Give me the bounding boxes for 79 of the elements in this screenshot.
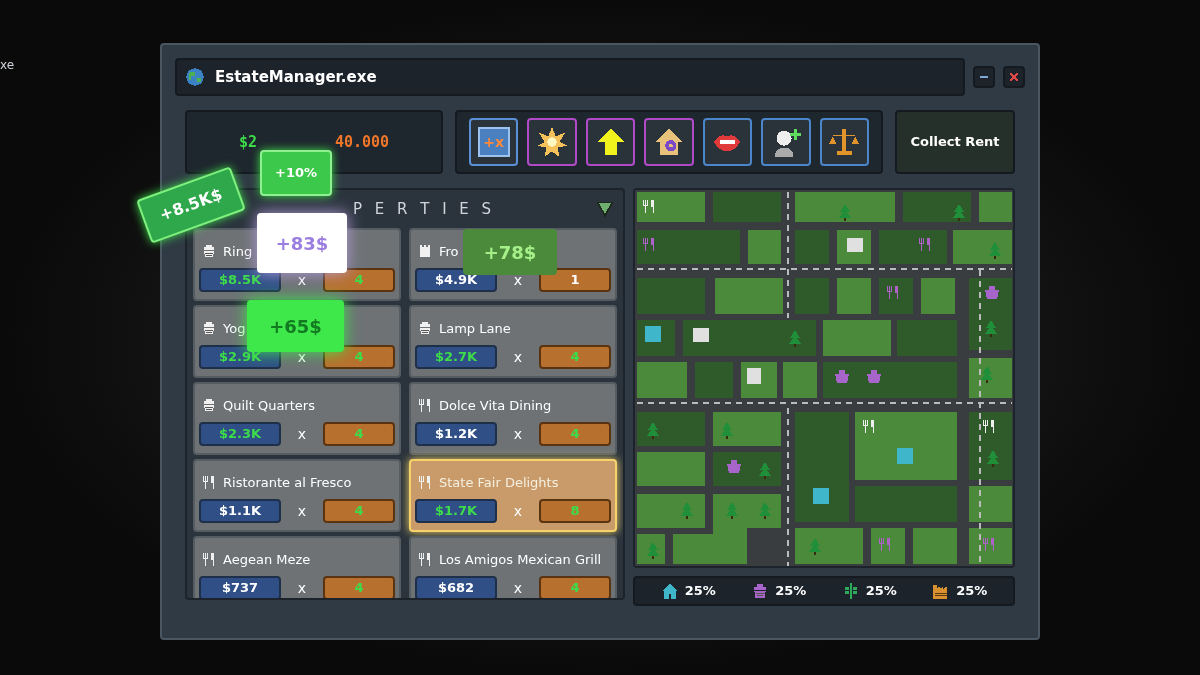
owned-count: 4 — [323, 422, 395, 446]
multiply-sign: x — [296, 578, 308, 598]
property-card[interactable]: Quilt Quarters $2.3K x 4 — [193, 382, 401, 455]
property-card[interactable]: Lamp Lane $2.7K x 4 — [409, 305, 617, 378]
property-name: State Fair Delights — [439, 474, 559, 490]
multiply-sign: x — [296, 501, 308, 521]
price-tag: $2.3K — [199, 422, 281, 446]
share-percent: 25% — [684, 582, 716, 601]
property-name: Aegean Meze — [223, 551, 311, 567]
owned-count: 4 — [539, 576, 611, 598]
multiply-sign: x — [512, 578, 524, 598]
owned-count: 4 — [539, 422, 611, 446]
multiply-sign: x — [296, 270, 308, 290]
owned-count: 4 — [323, 576, 395, 598]
window-label: xe — [0, 58, 15, 72]
up-arrow-icon — [595, 127, 626, 157]
triangle-icon — [595, 199, 615, 219]
property-card[interactable]: Los Amigos Mexican Grill $682 x 4 — [409, 536, 617, 598]
upgrade-button[interactable] — [819, 118, 869, 166]
share-percent: 25% — [775, 582, 807, 601]
globe-icon — [185, 67, 205, 87]
price-tag: $8.5K — [199, 268, 281, 292]
price-tag: $1.7K — [415, 499, 497, 523]
property-card[interactable]: Dolce Vita Dining $1.2K x 4 — [409, 382, 617, 455]
reward-popup: +78$ — [463, 229, 557, 275]
owned-count: 1 — [539, 268, 611, 292]
multiply-sign: x — [296, 424, 308, 444]
minimize-button[interactable] — [973, 66, 995, 88]
owned-count: 4 — [323, 345, 395, 369]
multiply-sign: x — [512, 424, 524, 444]
scales-icon — [829, 127, 860, 157]
price-tag: $682 — [415, 576, 497, 598]
owned-count: 4 — [539, 345, 611, 369]
fork-knife-icon — [201, 551, 217, 567]
owned-count: 4 — [323, 268, 395, 292]
price-tag: $1.1K — [199, 499, 281, 523]
price-tag: $737 — [199, 576, 281, 598]
starburst-icon — [537, 127, 568, 157]
property-card[interactable]: Ristorante al Fresco $1.1K x 4 — [193, 459, 401, 532]
share-percent: 25% — [956, 582, 988, 601]
reward-popup: +83$ — [257, 213, 347, 273]
close-icon — [1008, 71, 1020, 83]
property-card[interactable]: Aegean Meze $737 x 4 — [193, 536, 401, 598]
upgrade-button[interactable] — [585, 118, 636, 166]
upgrade-button[interactable] — [702, 118, 753, 166]
property-name: Yog — [223, 320, 246, 336]
property-name: Dolce Vita Dining — [439, 397, 552, 413]
fork-knife-icon — [201, 474, 217, 490]
money-goal: 40.000 — [334, 131, 390, 153]
owned-count: 4 — [323, 499, 395, 523]
property-name: Fro — [439, 243, 459, 259]
property-name: Los Amigos Mexican Grill — [439, 551, 602, 567]
property-card[interactable]: State Fair Delights $1.7K x 8 — [409, 459, 617, 532]
property-name: Ring — [223, 243, 253, 259]
house-gear-icon — [653, 127, 684, 157]
upgrade-button[interactable] — [644, 118, 694, 166]
property-name: Ristorante al Fresco — [223, 474, 352, 490]
properties-heading: P E R T I E S — [353, 198, 497, 220]
multiplier-icon: +x — [477, 127, 510, 157]
upgrade-button[interactable] — [527, 118, 577, 166]
fork-knife-icon — [417, 551, 433, 567]
fork-knife-icon — [417, 474, 433, 490]
reward-popup: +65$ — [247, 300, 344, 352]
property-name: Quilt Quarters — [223, 397, 315, 413]
collect-rent-button[interactable]: Collect Rent — [895, 110, 1015, 174]
share-percent: 25% — [865, 582, 897, 601]
price-tag: $1.2K — [415, 422, 497, 446]
owned-count: 8 — [539, 499, 611, 523]
window-title: EstateManager.exe — [215, 66, 377, 88]
reward-popup: +10% — [260, 150, 332, 196]
price-tag: $2.7K — [415, 345, 497, 369]
money-amount: $2 — [238, 131, 257, 153]
upgrade-button[interactable] — [761, 118, 811, 166]
fork-knife-icon — [417, 397, 433, 413]
multiply-sign: x — [512, 347, 524, 367]
close-button[interactable] — [1003, 66, 1025, 88]
tower-icon — [417, 243, 433, 259]
multiply-sign: x — [512, 501, 524, 521]
property-name: Lamp Lane — [439, 320, 511, 336]
